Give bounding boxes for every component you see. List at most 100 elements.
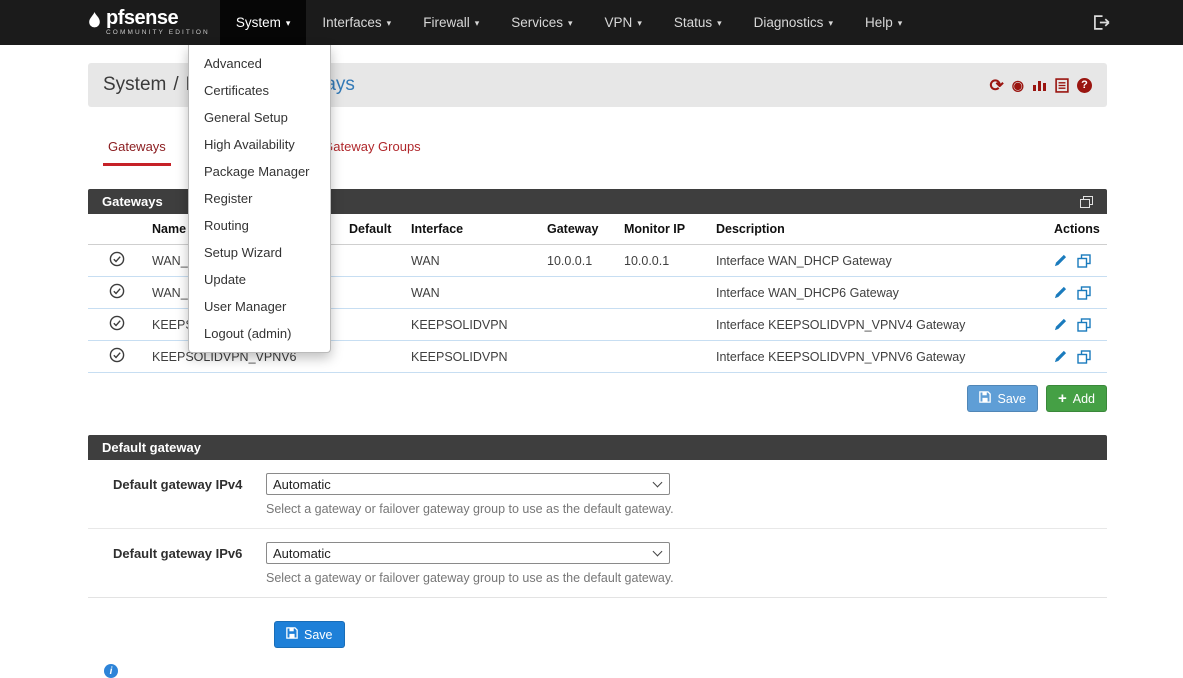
gateway-address: 10.0.0.1 — [541, 245, 618, 277]
col-actions: Actions — [1048, 214, 1107, 245]
brand-name: pfsense — [106, 8, 210, 28]
menu-interfaces[interactable]: Interfaces ▾ — [306, 0, 407, 45]
log-document-icon[interactable] — [1055, 78, 1069, 93]
top-navbar: pfsense COMMUNITY EDITION System ▾ Inter… — [0, 0, 1183, 45]
menu-item-general-setup[interactable]: General Setup — [189, 104, 330, 131]
gateway-description: Interface KEEPSOLIDVPN_VPNV4 Gateway — [710, 309, 1048, 341]
add-button[interactable]: + Add — [1046, 385, 1107, 412]
menu-status[interactable]: Status ▾ — [658, 0, 738, 45]
chevron-down-icon: ▾ — [568, 18, 573, 29]
tab-gateway-groups[interactable]: Gateway Groups — [318, 131, 426, 166]
status-dot-icon[interactable]: ◉ — [1012, 78, 1024, 92]
refresh-icon[interactable]: ⟳ — [990, 77, 1004, 94]
copy-icon[interactable] — [1077, 350, 1091, 364]
gateway-default — [343, 245, 405, 277]
default-gateway-panel: Default gateway Default gateway IPv4 Aut… — [88, 435, 1107, 598]
menu-help[interactable]: Help ▾ — [849, 0, 918, 45]
copy-icon[interactable] — [1077, 318, 1091, 332]
col-default: Default — [343, 214, 405, 245]
info-icon[interactable]: i — [104, 664, 118, 678]
gateway-address — [541, 309, 618, 341]
title-actions: ⟳ ◉ ? — [990, 77, 1092, 94]
gateway-default — [343, 341, 405, 373]
select-wrapper: Automatic — [266, 542, 670, 564]
ipv6-gateway-label: Default gateway IPv6 — [113, 542, 266, 561]
edit-pencil-icon[interactable] — [1054, 254, 1067, 267]
edit-pencil-icon[interactable] — [1054, 350, 1067, 363]
pfsense-logo[interactable]: pfsense COMMUNITY EDITION — [88, 0, 210, 45]
menu-item-update[interactable]: Update — [189, 266, 330, 293]
menu-item-logout[interactable]: Logout (admin) — [189, 320, 330, 347]
default-gateway-panel-header: Default gateway — [88, 435, 1107, 460]
flame-icon — [88, 12, 101, 34]
menu-firewall[interactable]: Firewall ▾ — [407, 0, 495, 45]
bar-chart-icon[interactable] — [1032, 78, 1047, 92]
ipv4-gateway-label: Default gateway IPv4 — [113, 473, 266, 492]
table-actions-row: Save + Add — [88, 385, 1107, 412]
gateways-panel-title: Gateways — [102, 194, 163, 209]
select-wrapper: Automatic — [266, 473, 670, 495]
ipv4-gateway-select[interactable]: Automatic — [266, 473, 670, 495]
edit-pencil-icon[interactable] — [1054, 318, 1067, 331]
menu-services[interactable]: Services ▾ — [495, 0, 588, 45]
tab-gateways[interactable]: Gateways — [103, 131, 171, 166]
main-menu: System ▾ Interfaces ▾ Firewall ▾ Service… — [220, 0, 918, 45]
brand-tagline: COMMUNITY EDITION — [106, 30, 210, 37]
ipv6-gateway-help: Select a gateway or failover gateway gro… — [266, 571, 674, 585]
menu-item-setup-wizard[interactable]: Setup Wizard — [189, 239, 330, 266]
gateway-address — [541, 341, 618, 373]
menu-vpn[interactable]: VPN ▾ — [589, 0, 658, 45]
menu-system[interactable]: System ▾ — [220, 0, 307, 45]
col-interface: Interface — [405, 214, 541, 245]
menu-item-package-manager[interactable]: Package Manager — [189, 158, 330, 185]
col-monitor-ip: Monitor IP — [618, 214, 710, 245]
gateway-interface: WAN — [405, 245, 541, 277]
menu-item-routing[interactable]: Routing — [189, 212, 330, 239]
system-dropdown-menu: Advanced Certificates General Setup High… — [188, 45, 331, 353]
check-circle-icon — [109, 288, 125, 302]
default-gateway-form: Default gateway IPv4 Automatic Select a … — [88, 460, 1107, 598]
check-circle-icon — [109, 352, 125, 366]
gateway-address — [541, 277, 618, 309]
gateway-default — [343, 277, 405, 309]
gateway-monitor-ip — [618, 309, 710, 341]
menu-item-user-manager[interactable]: User Manager — [189, 293, 330, 320]
floppy-disk-icon — [979, 391, 991, 406]
menu-item-register[interactable]: Register — [189, 185, 330, 212]
edit-pencil-icon[interactable] — [1054, 286, 1067, 299]
menu-item-certificates[interactable]: Certificates — [189, 77, 330, 104]
gateway-monitor-ip — [618, 277, 710, 309]
panel-collapse-icon[interactable] — [1080, 196, 1093, 208]
gateway-monitor-ip — [618, 341, 710, 373]
chevron-down-icon: ▾ — [717, 18, 722, 29]
gateway-description: Interface WAN_DHCP6 Gateway — [710, 277, 1048, 309]
logout-icon[interactable] — [1093, 0, 1111, 45]
gateway-default — [343, 309, 405, 341]
gateway-interface: KEEPSOLIDVPN — [405, 309, 541, 341]
col-description: Description — [710, 214, 1048, 245]
gateway-interface: WAN — [405, 277, 541, 309]
menu-diagnostics[interactable]: Diagnostics ▾ — [738, 0, 849, 45]
default-gateway-panel-title: Default gateway — [102, 440, 201, 455]
chevron-down-icon: ▾ — [475, 18, 480, 29]
copy-icon[interactable] — [1077, 254, 1091, 268]
ipv6-gateway-select[interactable]: Automatic — [266, 542, 670, 564]
save-button[interactable]: Save — [967, 385, 1038, 412]
gateway-interface: KEEPSOLIDVPN — [405, 341, 541, 373]
col-gateway: Gateway — [541, 214, 618, 245]
gateway-monitor-ip: 10.0.0.1 — [618, 245, 710, 277]
menu-item-high-availability[interactable]: High Availability — [189, 131, 330, 158]
help-icon[interactable]: ? — [1077, 78, 1092, 93]
chevron-down-icon: ▾ — [286, 18, 291, 29]
plus-icon: + — [1058, 394, 1067, 404]
breadcrumb-section: System — [103, 74, 166, 96]
chevron-down-icon: ▾ — [898, 18, 903, 29]
chevron-down-icon: ▾ — [637, 18, 642, 29]
save-button-main[interactable]: Save — [274, 621, 345, 648]
menu-item-advanced[interactable]: Advanced — [189, 50, 330, 77]
check-circle-icon — [109, 320, 125, 334]
floppy-disk-icon — [286, 627, 298, 642]
copy-icon[interactable] — [1077, 286, 1091, 300]
gateway-description: Interface KEEPSOLIDVPN_VPNV6 Gateway — [710, 341, 1048, 373]
chevron-down-icon: ▾ — [828, 18, 833, 29]
